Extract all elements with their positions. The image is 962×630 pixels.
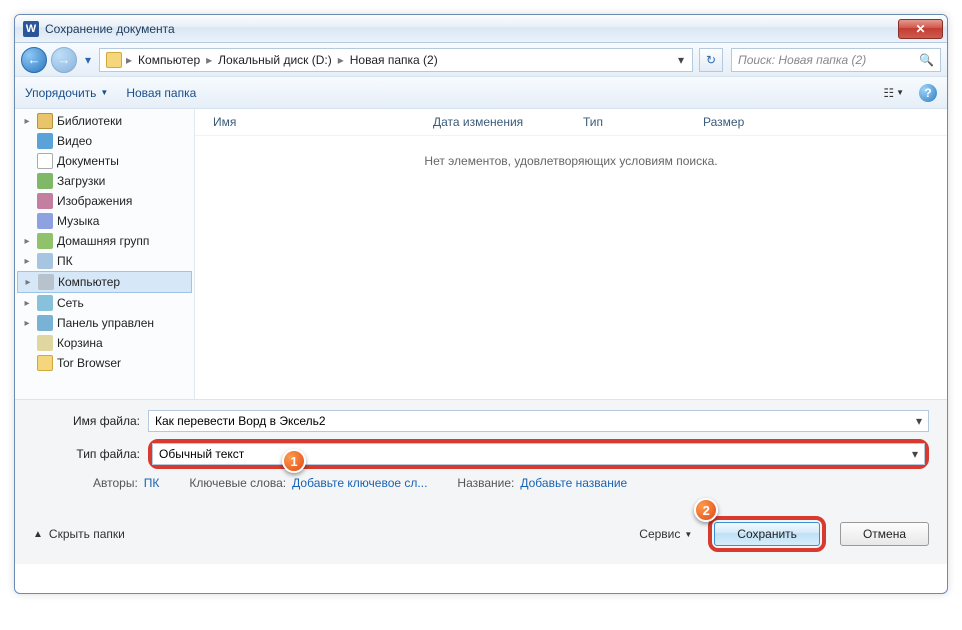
filename-label: Имя файла: bbox=[33, 414, 148, 428]
tree-computer[interactable]: ▸Компьютер bbox=[17, 271, 192, 293]
body: ▸Библиотеки Видео Документы Загрузки Изо… bbox=[15, 109, 947, 399]
libraries-icon bbox=[37, 113, 53, 129]
service-menu[interactable]: Сервис ▼ bbox=[639, 527, 692, 541]
save-dialog: W Сохранение документа ✕ ← → ▾ ▸ Компьют… bbox=[14, 14, 948, 594]
file-list: Имя Дата изменения Тип Размер Нет элемен… bbox=[195, 109, 947, 399]
nav-bar: ← → ▾ ▸ Компьютер ▸ Локальный диск (D:) … bbox=[15, 43, 947, 77]
search-placeholder: Поиск: Новая папка (2) bbox=[738, 53, 866, 67]
folder-icon bbox=[37, 355, 53, 371]
title-value[interactable]: Добавьте название bbox=[520, 476, 627, 490]
pc-icon bbox=[37, 253, 53, 269]
tree-music[interactable]: Музыка bbox=[15, 211, 194, 231]
music-icon bbox=[37, 213, 53, 229]
tree-recycle[interactable]: Корзина bbox=[15, 333, 194, 353]
filename-value: Как перевести Ворд в Эксель2 bbox=[155, 414, 326, 428]
chevron-down-icon: ▼ bbox=[896, 88, 904, 97]
folder-icon bbox=[106, 52, 122, 68]
tree-homegroup[interactable]: ▸Домашняя групп bbox=[15, 231, 194, 251]
document-icon bbox=[37, 153, 53, 169]
metadata-row: Авторы: ПК Ключевые слова: Добавьте ключ… bbox=[33, 476, 929, 490]
chevron-up-icon: ▲ bbox=[33, 529, 43, 540]
filetype-select[interactable]: Обычный текст ▾ bbox=[152, 443, 925, 465]
tree-control-panel[interactable]: ▸Панель управлен bbox=[15, 313, 194, 333]
chevron-down-icon: ▼ bbox=[684, 530, 692, 539]
save-highlight: Сохранить 2 bbox=[708, 516, 826, 552]
tree-network[interactable]: ▸Сеть bbox=[15, 293, 194, 313]
homegroup-icon bbox=[37, 233, 53, 249]
chevron-down-icon: ▾ bbox=[912, 447, 918, 461]
view-mode-button[interactable]: ☷▼ bbox=[878, 83, 909, 103]
computer-icon bbox=[38, 274, 54, 290]
refresh-button[interactable]: ↻ bbox=[699, 48, 723, 72]
recycle-icon bbox=[37, 335, 53, 351]
column-type[interactable]: Тип bbox=[575, 113, 695, 131]
hide-folders-button[interactable]: ▲ Скрыть папки bbox=[33, 527, 125, 541]
help-button[interactable]: ? bbox=[919, 84, 937, 102]
action-row: ▲ Скрыть папки Сервис ▼ Сохранить 2 Отме… bbox=[33, 516, 929, 552]
word-icon: W bbox=[23, 21, 39, 37]
tree-pc[interactable]: ▸ПК bbox=[15, 251, 194, 271]
tree-downloads[interactable]: Загрузки bbox=[15, 171, 194, 191]
back-button[interactable]: ← bbox=[21, 47, 47, 73]
authors-label: Авторы: bbox=[93, 476, 138, 490]
title-label: Название: bbox=[457, 476, 514, 490]
tree-video[interactable]: Видео bbox=[15, 131, 194, 151]
column-headers: Имя Дата изменения Тип Размер bbox=[195, 109, 947, 136]
tree-pictures[interactable]: Изображения bbox=[15, 191, 194, 211]
filename-input[interactable]: Как перевести Ворд в Эксель2 ▾ bbox=[148, 410, 929, 432]
control-panel-icon bbox=[37, 315, 53, 331]
filetype-label: Тип файла: bbox=[33, 447, 148, 461]
history-dropdown[interactable]: ▾ bbox=[81, 50, 95, 70]
marker-two: 2 bbox=[694, 498, 718, 522]
organize-menu[interactable]: Упорядочить▼ bbox=[25, 86, 108, 100]
forward-button[interactable]: → bbox=[51, 47, 77, 73]
search-icon: 🔍 bbox=[919, 53, 934, 67]
network-icon bbox=[37, 295, 53, 311]
column-name[interactable]: Имя bbox=[205, 113, 425, 131]
window-title: Сохранение документа bbox=[45, 22, 175, 36]
breadcrumb-folder[interactable]: Новая папка (2) bbox=[344, 53, 444, 67]
search-input[interactable]: Поиск: Новая папка (2) 🔍 bbox=[731, 48, 941, 72]
video-icon bbox=[37, 133, 53, 149]
breadcrumb[interactable]: ▸ Компьютер ▸ Локальный диск (D:) ▸ Нова… bbox=[99, 48, 693, 72]
chevron-down-icon: ▾ bbox=[916, 414, 922, 428]
marker-one: 1 bbox=[282, 449, 306, 473]
downloads-icon bbox=[37, 173, 53, 189]
new-folder-button[interactable]: Новая папка bbox=[126, 86, 196, 100]
bottom-panel: Имя файла: Как перевести Ворд в Эксель2 … bbox=[15, 399, 947, 564]
breadcrumb-dropdown[interactable]: ▾ bbox=[672, 53, 690, 67]
chevron-down-icon: ▼ bbox=[100, 88, 108, 97]
cancel-button[interactable]: Отмена bbox=[840, 522, 929, 546]
tree-documents[interactable]: Документы bbox=[15, 151, 194, 171]
tree-libraries[interactable]: ▸Библиотеки bbox=[15, 111, 194, 131]
breadcrumb-computer[interactable]: Компьютер bbox=[132, 53, 206, 67]
column-date[interactable]: Дата изменения bbox=[425, 113, 575, 131]
filetype-highlight: Обычный текст ▾ 1 bbox=[148, 439, 929, 469]
column-size[interactable]: Размер bbox=[695, 113, 775, 131]
save-button[interactable]: Сохранить bbox=[714, 522, 820, 546]
view-icon: ☷ bbox=[883, 86, 894, 100]
filetype-value: Обычный текст bbox=[159, 447, 244, 461]
folder-tree: ▸Библиотеки Видео Документы Загрузки Изо… bbox=[15, 109, 195, 399]
titlebar: W Сохранение документа ✕ bbox=[15, 15, 947, 43]
pictures-icon bbox=[37, 193, 53, 209]
toolbar: Упорядочить▼ Новая папка ☷▼ ? bbox=[15, 77, 947, 109]
authors-value[interactable]: ПК bbox=[144, 476, 160, 490]
breadcrumb-drive[interactable]: Локальный диск (D:) bbox=[212, 53, 338, 67]
keywords-label: Ключевые слова: bbox=[189, 476, 286, 490]
close-button[interactable]: ✕ bbox=[898, 19, 943, 39]
keywords-value[interactable]: Добавьте ключевое сл... bbox=[292, 476, 427, 490]
tree-tor[interactable]: Tor Browser bbox=[15, 353, 194, 373]
empty-message: Нет элементов, удовлетворяющих условиям … bbox=[195, 154, 947, 168]
